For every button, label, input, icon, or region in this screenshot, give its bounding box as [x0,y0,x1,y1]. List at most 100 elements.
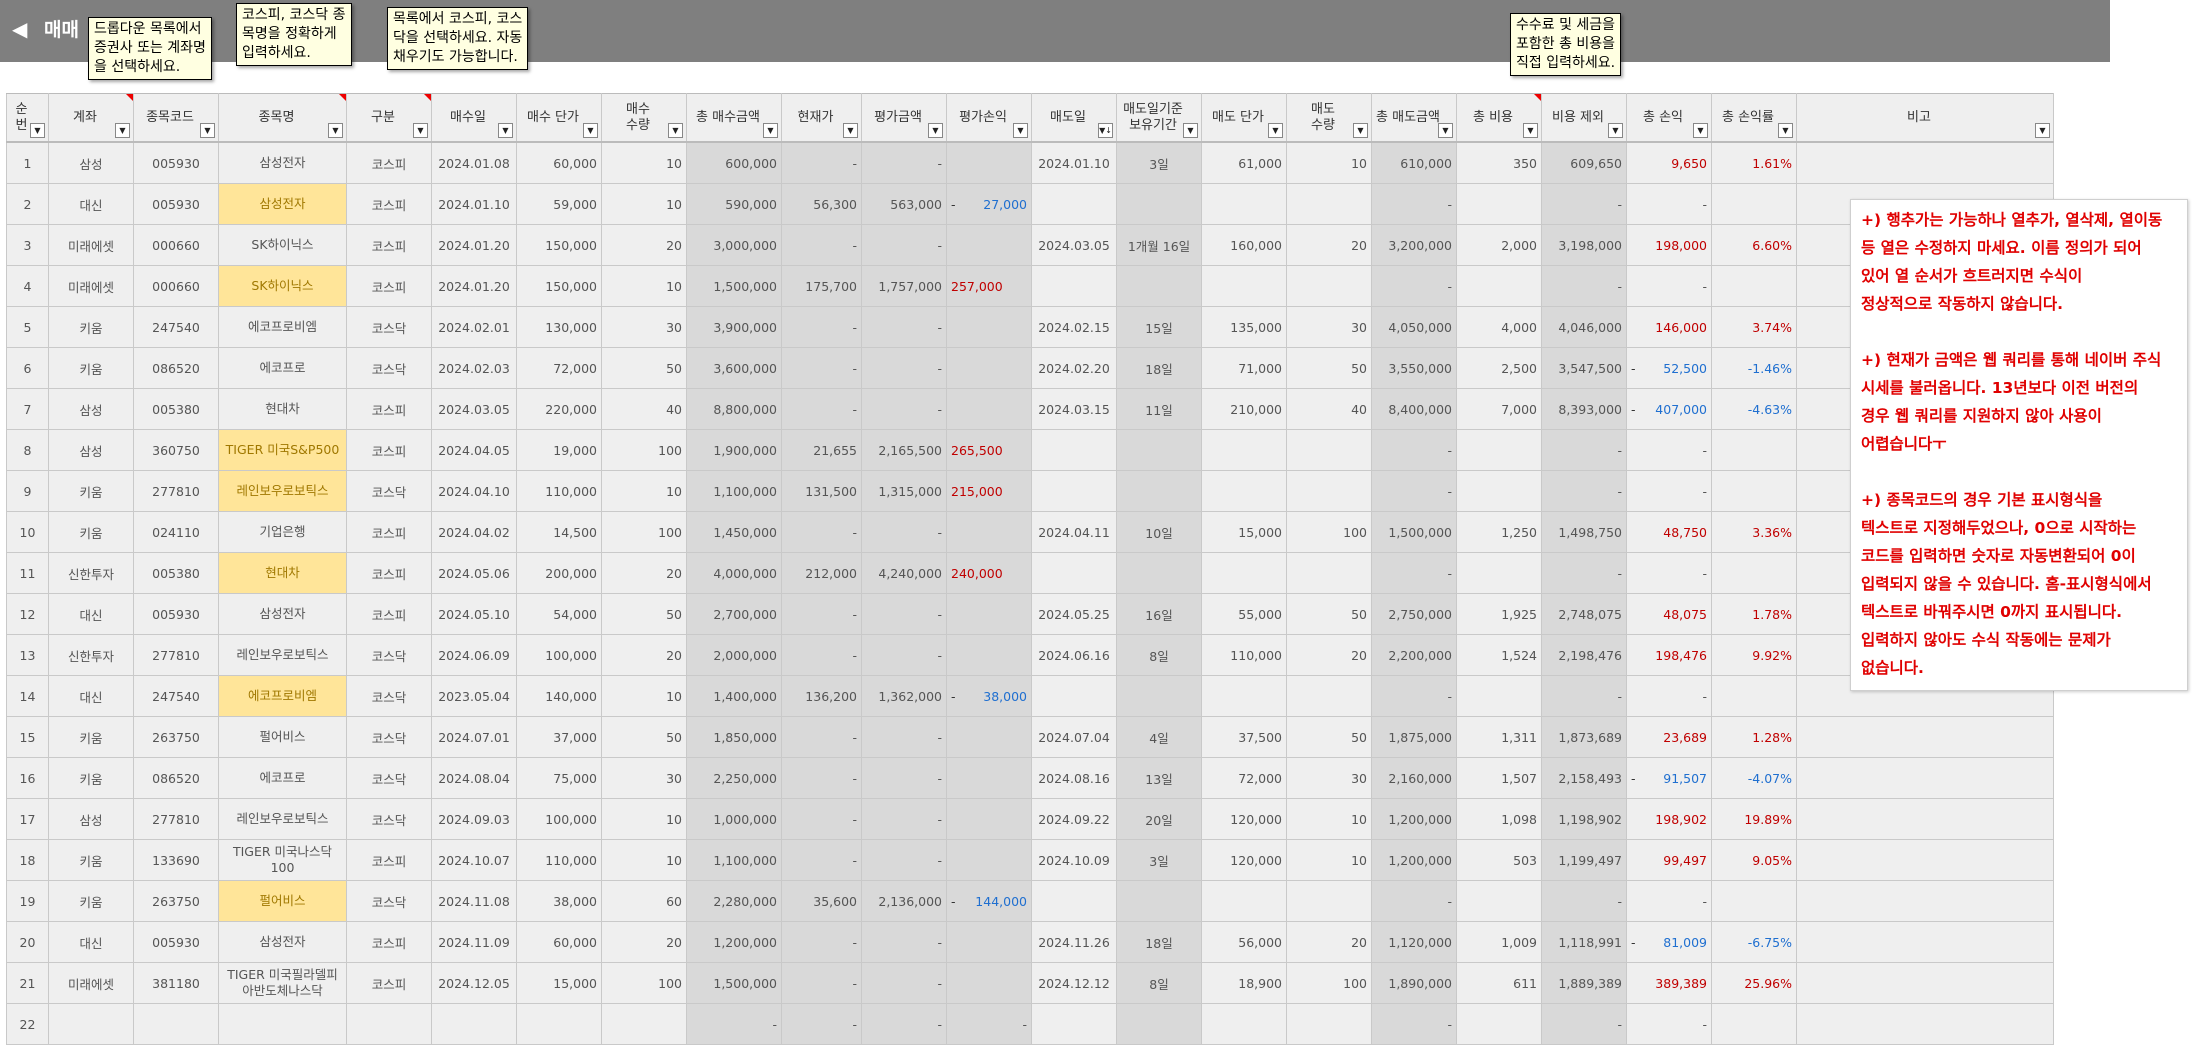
cell-pl-rate[interactable]: 3.36% [1711,511,1797,553]
cell-sell-total[interactable]: - [1371,470,1457,512]
cell-no[interactable]: 20 [6,921,49,963]
sort-desc-icon[interactable]: ▼↓ [1098,123,1113,138]
cell-buy-price[interactable]: 54,000 [516,593,602,635]
cell-sell-qty[interactable] [1286,429,1372,471]
cell-cost[interactable]: 1,250 [1456,511,1542,553]
cell-cur-price[interactable]: - [781,224,862,266]
cell-eval-pl[interactable] [946,634,1032,676]
cell-sell-qty[interactable] [1286,470,1372,512]
cell-hold[interactable]: 20일 [1116,798,1202,840]
cell-pl[interactable]: - 52,500 [1626,347,1712,389]
cell-hold[interactable] [1116,265,1202,307]
cell-hold[interactable]: 4일 [1116,716,1202,758]
cell-hold[interactable]: 1개월 16일 [1116,224,1202,266]
cell-sell-price[interactable] [1201,880,1287,922]
cell-cur-price[interactable]: 131,500 [781,470,862,512]
cell-no[interactable]: 21 [6,962,49,1004]
cell-cur-price[interactable]: - [781,306,862,348]
cell-name[interactable]: 레인보우로보틱스 [218,798,347,840]
cell-market[interactable]: 코스피 [346,839,432,881]
cell-buy-qty[interactable]: 10 [601,798,687,840]
cell-buy-total[interactable]: 1,500,000 [686,265,782,307]
cell-sell-qty[interactable]: 30 [1286,306,1372,348]
filter-dropdown-icon[interactable]: ▼ [413,123,428,138]
filter-dropdown-icon[interactable]: ▼ [1353,123,1368,138]
cell-buy-total[interactable]: 3,000,000 [686,224,782,266]
cell-eval-amt[interactable]: - [861,511,947,553]
cell-pl[interactable]: 389,389 [1626,962,1712,1004]
cell-sell-price[interactable]: 71,000 [1201,347,1287,389]
cell-sell-price[interactable]: 120,000 [1201,798,1287,840]
cell-buy-price[interactable]: 15,000 [516,962,602,1004]
cell-cur-price[interactable]: - [781,593,862,635]
cell-market[interactable] [346,1003,432,1045]
cell-name[interactable]: 펄어비스 [218,716,347,758]
cell-cost[interactable] [1456,880,1542,922]
cell-sell-total[interactable]: 8,400,000 [1371,388,1457,430]
cell-code[interactable]: 024110 [133,511,219,553]
cell-buy-qty[interactable]: 100 [601,429,687,471]
cell-code[interactable]: 005380 [133,388,219,430]
cell-memo[interactable] [1796,962,2054,1004]
cell-pl[interactable]: 198,000 [1626,224,1712,266]
cell-eval-pl[interactable]: - 27,000 [946,183,1032,225]
cell-buy-price[interactable]: 14,500 [516,511,602,553]
cell-sell-qty[interactable]: 50 [1286,716,1372,758]
cell-eval-pl[interactable] [946,921,1032,963]
cell-buy-date[interactable]: 2024.12.05 [431,962,517,1004]
cell-eval-amt[interactable]: - [861,634,947,676]
cell-eval-amt[interactable]: 4,240,000 [861,552,947,594]
cell-cur-price[interactable]: - [781,634,862,676]
cell-buy-total[interactable]: 2,000,000 [686,634,782,676]
cell-cur-price[interactable]: 21,655 [781,429,862,471]
cell-hold[interactable] [1116,470,1202,512]
cell-net[interactable]: - [1541,1003,1627,1045]
cell-sell-date[interactable] [1031,675,1117,717]
cell-name[interactable]: 레인보우로보틱스 [218,634,347,676]
cell-pl-rate[interactable]: 9.05% [1711,839,1797,881]
cell-sell-total[interactable]: 1,890,000 [1371,962,1457,1004]
cell-code[interactable]: 000660 [133,265,219,307]
cell-sell-date[interactable]: 2024.04.11 [1031,511,1117,553]
cell-buy-total[interactable]: 1,000,000 [686,798,782,840]
cell-cur-price[interactable]: - [781,839,862,881]
cell-eval-amt[interactable]: - [861,839,947,881]
cell-pl-rate[interactable] [1711,880,1797,922]
cell-buy-total[interactable]: 3,900,000 [686,306,782,348]
cell-cost[interactable] [1456,470,1542,512]
cell-hold[interactable] [1116,1003,1202,1045]
cell-sell-total[interactable]: 2,200,000 [1371,634,1457,676]
cell-buy-date[interactable]: 2024.11.09 [431,921,517,963]
cell-net[interactable]: - [1541,880,1627,922]
cell-pl[interactable]: - [1626,1003,1712,1045]
cell-buy-qty[interactable]: 10 [601,675,687,717]
cell-eval-amt[interactable]: 563,000 [861,183,947,225]
cell-cur-price[interactable]: 35,600 [781,880,862,922]
cell-sell-total[interactable]: - [1371,429,1457,471]
cell-pl-rate[interactable] [1711,470,1797,512]
cell-sell-qty[interactable]: 10 [1286,798,1372,840]
cell-buy-qty[interactable] [601,1003,687,1045]
filter-dropdown-icon[interactable]: ▼ [328,123,343,138]
cell-buy-total[interactable]: 1,400,000 [686,675,782,717]
cell-eval-pl[interactable] [946,511,1032,553]
cell-sell-total[interactable]: 4,050,000 [1371,306,1457,348]
cell-net[interactable]: 1,873,689 [1541,716,1627,758]
cell-buy-total[interactable]: 3,600,000 [686,347,782,389]
filter-dropdown-icon[interactable]: ▼ [1268,123,1283,138]
cell-pl-rate[interactable]: 25.96% [1711,962,1797,1004]
cell-buy-date[interactable]: 2024.08.04 [431,757,517,799]
cell-sell-total[interactable]: - [1371,552,1457,594]
cell-hold[interactable] [1116,552,1202,594]
cell-market[interactable]: 코스피 [346,224,432,266]
cell-cost[interactable]: 1,925 [1456,593,1542,635]
cell-code[interactable]: 005380 [133,552,219,594]
cell-no[interactable]: 7 [6,388,49,430]
cell-sell-qty[interactable] [1286,675,1372,717]
cell-account[interactable]: 신한투자 [48,634,134,676]
cell-hold[interactable]: 3일 [1116,839,1202,881]
cell-buy-total[interactable]: 600,000 [686,141,782,184]
cell-name[interactable]: 삼성전자 [218,183,347,225]
cell-pl-rate[interactable]: 19.89% [1711,798,1797,840]
cell-buy-total[interactable]: - [686,1003,782,1045]
